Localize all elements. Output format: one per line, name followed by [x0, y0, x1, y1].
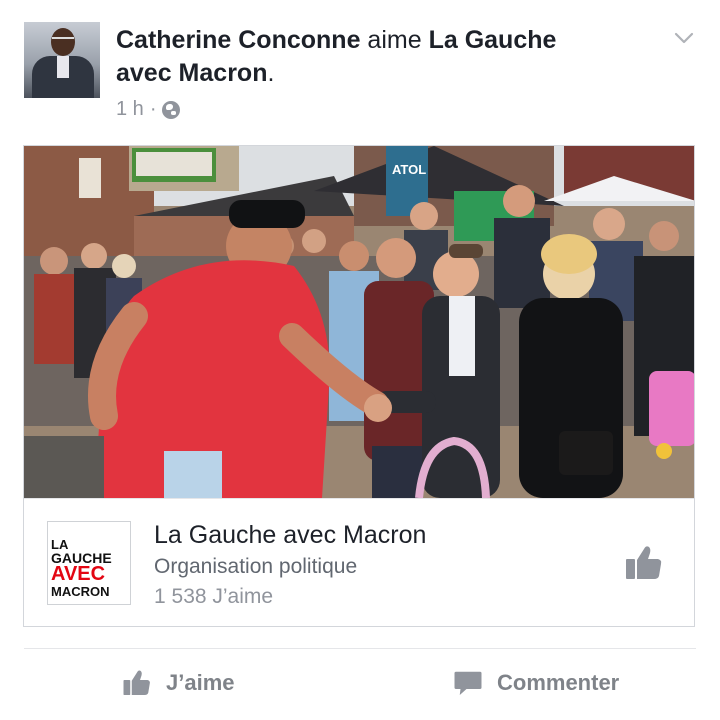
- story-period: .: [267, 59, 275, 87]
- card-page-category: Organisation politique: [154, 555, 358, 578]
- comment-label: Commenter: [497, 670, 620, 695]
- like-page-button[interactable]: [624, 543, 664, 583]
- photo-sign-text: ATOL: [392, 162, 426, 177]
- meta-separator: ·: [149, 98, 157, 120]
- crowd-photo-illustration: ATOL: [24, 146, 694, 498]
- story-headline: Catherine Conconne aime La Gauche avec M…: [116, 24, 616, 90]
- chevron-down-icon[interactable]: [674, 28, 694, 48]
- actions-divider: [24, 648, 696, 649]
- like-label: J’aime: [166, 670, 235, 695]
- actor-name-link[interactable]: Catherine Conconne: [116, 26, 360, 54]
- post-meta: 1 h ·: [116, 98, 181, 121]
- comment-button[interactable]: Commenter: [453, 668, 619, 698]
- thumbs-up-icon: [626, 546, 662, 579]
- globe-icon: [162, 100, 181, 119]
- profile-avatar[interactable]: [24, 22, 100, 98]
- logo-line-4: MACRON: [51, 584, 110, 599]
- story-verb: aime: [360, 26, 429, 54]
- card-page-like-count: 1 538 J’aime: [154, 585, 274, 608]
- card-page-name[interactable]: La Gauche avec Macron: [154, 521, 426, 550]
- page-logo[interactable]: LA GAUCHE AVEC MACRON: [47, 521, 131, 605]
- shared-page-card[interactable]: ATOL LA GAUCHE AVEC MACRON La Gauche ave…: [23, 145, 695, 627]
- timestamp[interactable]: 1 h: [116, 98, 144, 121]
- cover-photo[interactable]: ATOL: [24, 146, 694, 498]
- logo-line-3: AVEC: [51, 563, 106, 585]
- thumbs-up-icon: [123, 670, 150, 695]
- card-footer: LA GAUCHE AVEC MACRON La Gauche avec Mac…: [24, 498, 694, 626]
- like-button[interactable]: J’aime: [122, 668, 235, 698]
- comment-icon: [454, 671, 482, 695]
